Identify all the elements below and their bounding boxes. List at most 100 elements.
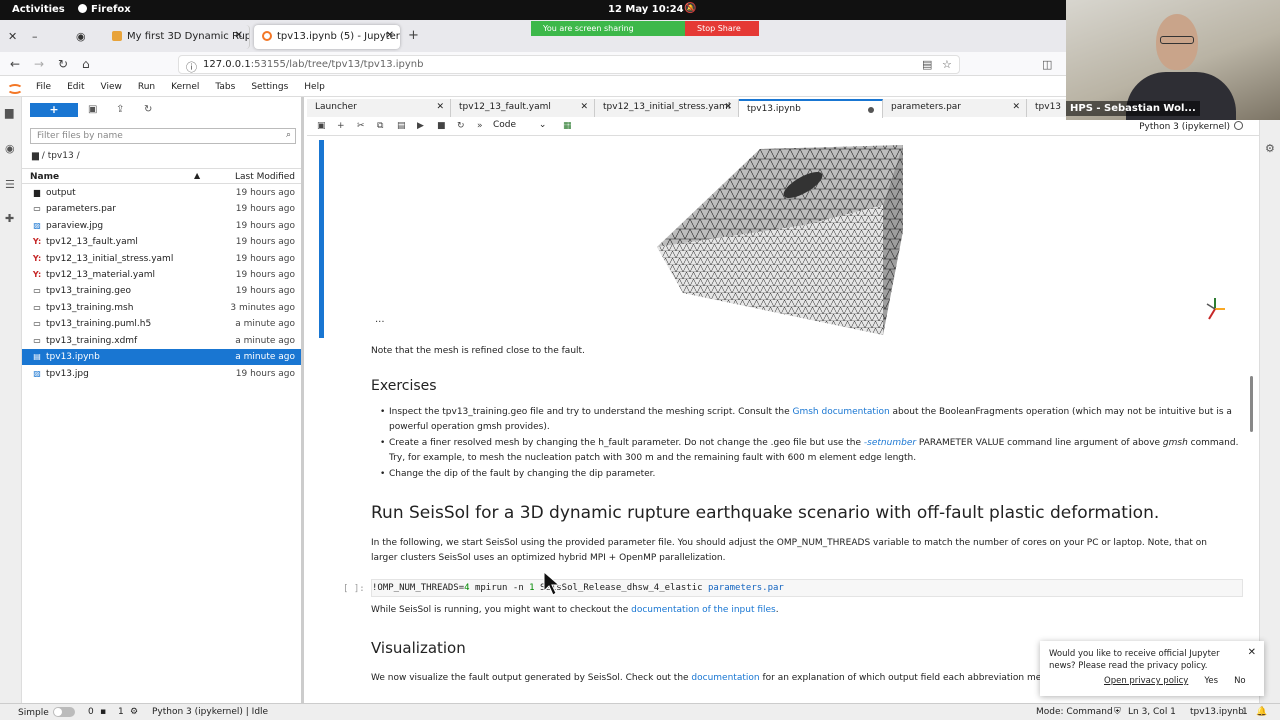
kernel-indicator[interactable]: Python 3 (ipykernel) (1139, 121, 1243, 132)
home-icon[interactable]: ⌂ (82, 57, 90, 71)
no-button[interactable]: No (1234, 676, 1246, 686)
menu-kernel[interactable]: Kernel (171, 82, 199, 92)
cursor-position[interactable]: Ln 3, Col 1 (1128, 707, 1176, 717)
refresh-icon[interactable]: ↻ (144, 104, 152, 115)
close-icon[interactable]: ✕ (580, 102, 588, 112)
cut-icon[interactable]: ✂ (357, 121, 365, 131)
file-row[interactable]: Y: tpv12_13_material.yaml 19 hours ago (22, 267, 301, 283)
new-folder-icon[interactable]: ▣ (88, 104, 97, 115)
home-folder-icon[interactable]: ▆ (32, 151, 39, 161)
firefox-view-icon[interactable]: ◉ (76, 30, 86, 43)
file-row[interactable]: ▆ output 19 hours ago (22, 185, 301, 201)
filter-input[interactable]: Filter files by name ⌕ (30, 128, 296, 144)
activities-button[interactable]: Activities (12, 4, 65, 15)
notifications-count[interactable]: 1 (1242, 707, 1248, 717)
toggle-switch[interactable] (52, 707, 75, 717)
restart-icon[interactable]: ↻ (457, 121, 465, 131)
column-modified[interactable]: Last Modified (235, 172, 295, 182)
cell-type-select[interactable]: Code ⌄ (493, 120, 553, 130)
variable-inspector-icon[interactable]: ▦ (563, 121, 572, 131)
stop-icon[interactable]: ■ (437, 121, 446, 131)
file-row[interactable]: ▭ tpv13_training.puml.h5 a minute ago (22, 316, 301, 332)
reader-view-icon[interactable]: ▤ (922, 58, 932, 71)
insert-cell-icon[interactable]: + (337, 121, 345, 131)
folder-icon[interactable]: ▆ (5, 107, 17, 119)
doc-tab[interactable]: parameters.par ✕ (883, 99, 1027, 117)
collapsed-output-ellipsis[interactable]: ··· (375, 317, 385, 328)
documentation-link[interactable]: documentation (691, 673, 759, 683)
column-name[interactable]: Name (30, 172, 59, 182)
close-tab-icon[interactable]: ✕ (235, 30, 243, 41)
kernels-count[interactable]: 1 (118, 707, 124, 717)
browser-tab[interactable]: My first 3D Dynamic Rupt ✕ (104, 25, 250, 49)
site-info-icon[interactable]: ⓘ (186, 59, 197, 75)
file-row[interactable]: ▨ tpv13.jpg 19 hours ago (22, 366, 301, 382)
toc-icon[interactable]: ☰ (5, 179, 17, 191)
reload-icon[interactable]: ↻ (58, 57, 68, 71)
doc-tab[interactable]: tpv12_13_initial_stress.yaml ✕ (595, 99, 739, 117)
run-icon[interactable]: ▶ (417, 121, 424, 131)
upload-icon[interactable]: ⇪ (116, 104, 124, 115)
file-row-selected[interactable]: ▤ tpv13.ipynb a minute ago (22, 349, 301, 365)
fast-forward-icon[interactable]: » (477, 121, 483, 131)
bookmark-star-icon[interactable]: ☆ (942, 58, 952, 71)
back-icon[interactable]: ← (10, 57, 20, 71)
active-cell-indicator[interactable] (319, 140, 324, 338)
menu-edit[interactable]: Edit (67, 82, 84, 92)
doc-tab[interactable]: tpv12_13_fault.yaml ✕ (451, 99, 595, 117)
close-tab-icon[interactable]: ✕ (386, 30, 394, 41)
file-row[interactable]: Y: tpv12_13_fault.yaml 19 hours ago (22, 234, 301, 250)
file-row[interactable]: Y: tpv12_13_initial_stress.yaml 19 hours a… (22, 251, 301, 267)
notifications-muted-icon[interactable]: 🔕 (684, 3, 696, 14)
simple-mode-toggle[interactable]: Simple (18, 707, 75, 718)
menu-view[interactable]: View (101, 82, 122, 92)
close-icon[interactable]: ✕ (1012, 102, 1020, 112)
extensions-icon[interactable]: ✚ (5, 213, 17, 225)
menu-run[interactable]: Run (138, 82, 155, 92)
file-row[interactable]: ▭ tpv13_training.msh 3 minutes ago (22, 300, 301, 316)
paste-icon[interactable]: ▤ (397, 121, 406, 131)
save-icon[interactable]: ▣ (317, 121, 326, 131)
pocket-icon[interactable]: ◫ (1042, 58, 1052, 71)
close-icon[interactable]: ✕ (1248, 647, 1256, 658)
breadcrumb[interactable]: ▆ / tpv13 / (32, 151, 80, 161)
close-icon[interactable]: ✕ (724, 102, 732, 112)
close-icon[interactable]: ✕ (436, 102, 444, 112)
doc-tab[interactable]: Launcher ✕ (307, 99, 451, 117)
doc-tab-active[interactable]: tpv13.ipynb (739, 99, 883, 118)
terminals-count[interactable]: 0 (88, 707, 94, 717)
close-window-icon[interactable]: ✕ (8, 30, 17, 43)
sort-arrow-icon[interactable]: ▲ (194, 171, 200, 180)
running-icon[interactable]: ◉ (5, 143, 17, 155)
forward-icon[interactable]: → (34, 57, 44, 71)
property-inspector-icon[interactable]: ⚙ (1265, 142, 1275, 155)
breadcrumb-path[interactable]: / tpv13 / (42, 151, 80, 161)
kernel-status[interactable]: Python 3 (ipykernel) | Idle (152, 707, 268, 717)
file-row[interactable]: ▭ tpv13_training.xdmf a minute ago (22, 333, 301, 349)
menu-help[interactable]: Help (304, 82, 325, 92)
yes-button[interactable]: Yes (1204, 676, 1218, 686)
minimize-icon[interactable]: – (32, 30, 38, 43)
firefox-app-menu[interactable]: Firefox (78, 4, 131, 15)
stop-share-button[interactable]: Stop Share (685, 21, 759, 36)
clock[interactable]: 12 May 10:24 (608, 4, 684, 15)
menu-file[interactable]: File (36, 82, 51, 92)
file-row[interactable]: ▭ tpv13_training.geo 19 hours ago (22, 283, 301, 299)
new-tab-icon[interactable]: + (408, 28, 419, 43)
menu-tabs[interactable]: Tabs (215, 82, 235, 92)
open-privacy-policy-button[interactable]: Open privacy policy (1104, 676, 1188, 686)
gmsh-docs-link[interactable]: Gmsh documentation (793, 407, 890, 417)
copy-icon[interactable]: ⧉ (377, 121, 383, 131)
file-row[interactable]: ▨ paraview.jpg 19 hours ago (22, 218, 301, 234)
url-field[interactable]: ⓘ 127.0.0.1:53155/lab/tree/tpv13/tpv13.i… (178, 55, 960, 74)
notebook-scrollbar[interactable] (1250, 376, 1253, 432)
bell-icon[interactable]: 🔔 (1256, 707, 1267, 717)
new-launcher-button[interactable]: + (30, 103, 78, 117)
browser-tab-active[interactable]: tpv13.ipynb (5) - JupyterL ✕ (254, 25, 400, 49)
code-cell[interactable]: !OMP_NUM_THREADS=4 mpirun -n 1 SeisSol_R… (371, 579, 1243, 597)
unsaved-dot-icon[interactable] (868, 107, 874, 113)
image-icon: ▨ (33, 221, 41, 230)
input-files-docs-link[interactable]: documentation of the input files (631, 605, 776, 615)
menu-settings[interactable]: Settings (251, 82, 288, 92)
file-row[interactable]: ▭ parameters.par 19 hours ago (22, 201, 301, 217)
